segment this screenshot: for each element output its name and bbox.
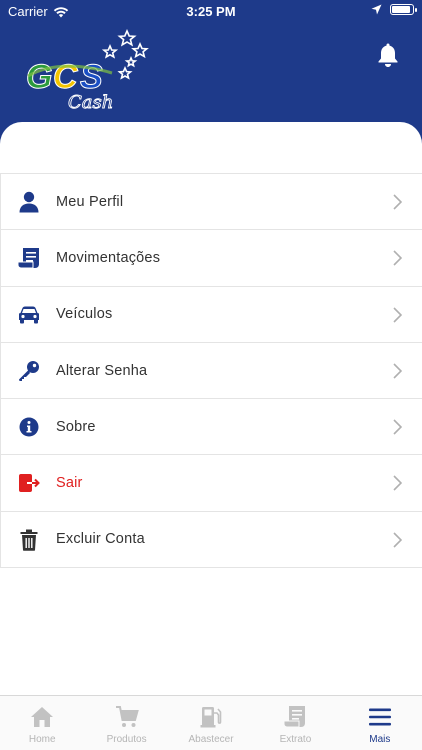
chevron-right-icon: [393, 475, 402, 492]
menu-item-movimentacoes[interactable]: Movimentações: [1, 230, 422, 287]
info-icon: [17, 415, 41, 439]
chevron-right-icon: [393, 250, 402, 266]
bottom-tab-bar: Home Produtos Abastecer Extrato Mais: [0, 695, 422, 750]
tab-label: Extrato: [279, 734, 312, 745]
chevron-right-icon: [393, 307, 402, 323]
menu-item-label: Sobre: [56, 418, 96, 435]
menu-item-sair[interactable]: Sair: [1, 455, 422, 512]
tab-extrato[interactable]: Extrato: [253, 696, 337, 750]
menu-item-label: Veículos: [56, 306, 113, 323]
trash-icon: [17, 528, 41, 552]
menu-item-alterar-senha[interactable]: Alterar Senha: [1, 343, 422, 400]
menu-item-label: Alterar Senha: [56, 362, 148, 379]
tab-label: Mais: [369, 734, 391, 745]
chevron-right-icon: [393, 419, 402, 435]
svg-text:S: S: [80, 58, 103, 96]
settings-menu: Meu Perfil Movimentações Veículos Altera…: [0, 173, 422, 569]
menu-item-label: Excluir Conta: [56, 531, 145, 548]
user-icon: [17, 190, 41, 214]
status-bar: Carrier 3:25 PM: [0, 0, 422, 22]
tab-label: Home: [28, 734, 56, 745]
menu-item-excluir-conta[interactable]: Excluir Conta: [1, 512, 422, 569]
key-icon: [17, 359, 41, 383]
menu-item-veiculos[interactable]: Veículos: [1, 287, 422, 343]
home-icon: [31, 707, 54, 727]
fuel-pump-icon: [200, 707, 222, 728]
tab-label: Produtos: [106, 734, 147, 745]
tab-produtos[interactable]: Produtos: [84, 696, 168, 750]
status-right: [371, 4, 417, 15]
chevron-right-icon: [393, 194, 402, 210]
tab-mais[interactable]: Mais: [338, 696, 422, 750]
status-time: 3:25 PM: [186, 4, 236, 19]
tab-home[interactable]: Home: [0, 696, 84, 750]
menu-item-meu-perfil[interactable]: Meu Perfil: [1, 174, 422, 231]
chevron-right-icon: [393, 363, 402, 379]
location-arrow-icon: [371, 4, 382, 15]
notifications-bell-icon[interactable]: [376, 42, 400, 68]
menu-item-label: Movimentações: [56, 249, 161, 266]
battery-icon: [390, 4, 417, 15]
gcs-cash-logo: G C S Cash: [26, 29, 149, 113]
chevron-right-icon: [393, 532, 402, 548]
menu-item-label: Sair: [56, 475, 83, 492]
logout-icon: [17, 471, 41, 495]
menu-item-sobre[interactable]: Sobre: [1, 399, 422, 456]
car-icon: [17, 303, 41, 327]
tab-abastecer[interactable]: Abastecer: [169, 696, 253, 750]
menu-item-label: Meu Perfil: [56, 193, 124, 210]
svg-text:G: G: [26, 58, 52, 96]
svg-text:Cash: Cash: [68, 92, 113, 113]
tab-label: Abastecer: [188, 734, 234, 745]
menu-icon: [368, 708, 391, 726]
cart-icon: [115, 706, 139, 727]
receipt-icon: [17, 246, 41, 270]
statement-icon: [283, 706, 306, 728]
svg-text:C: C: [53, 58, 78, 96]
